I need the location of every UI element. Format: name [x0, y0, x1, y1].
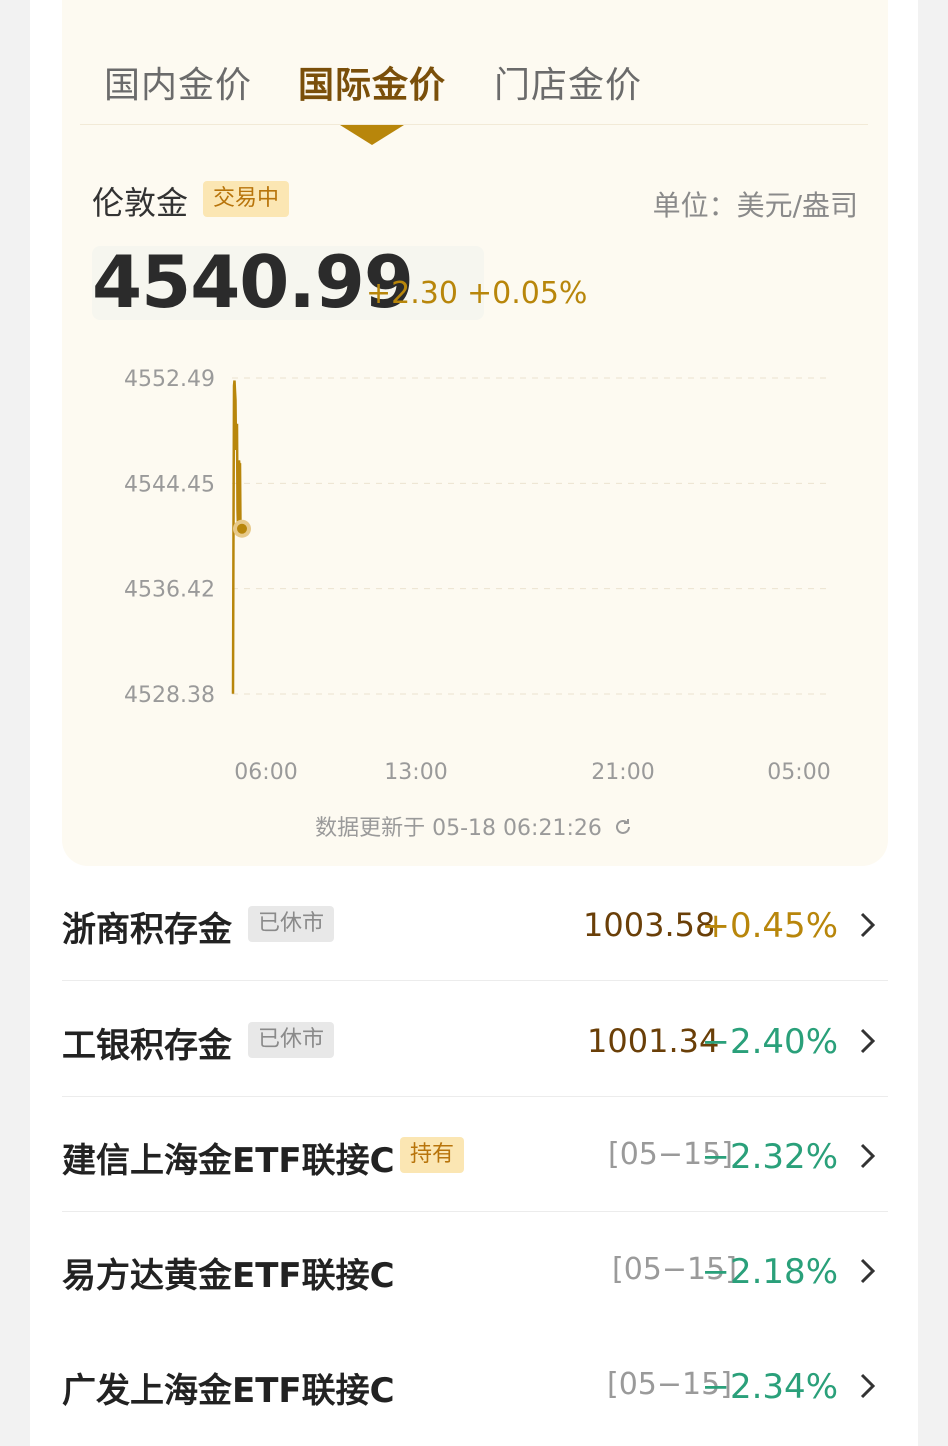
tab-divider: [80, 124, 868, 125]
y-tick-label: 4536.42: [124, 578, 215, 603]
product-value: 1001.34: [587, 1022, 720, 1060]
instrument-name: 伦敦金: [92, 184, 189, 222]
chevron-right-icon: [860, 912, 876, 938]
product-name: 建信上海金ETF联接C: [62, 1141, 395, 1181]
y-tick-label: 4544.45: [124, 472, 215, 497]
product-row-gf-etf[interactable]: 广发上海金ETF联接C [05−15] −2.34%: [62, 1327, 888, 1442]
update-time: 数据更新于 05-18 06:21:26: [0, 810, 948, 842]
chevron-right-icon: [860, 1143, 876, 1169]
product-name: 易方达黄金ETF联接C: [62, 1256, 395, 1296]
price-change-percent: +0.05%: [467, 276, 588, 311]
chevron-right-icon: [860, 1373, 876, 1399]
price-chart[interactable]: 4552.49 4544.45 4536.42 4528.38 06:00 13:00 21…: [0, 340, 948, 810]
x-tick-label: 13:00: [384, 760, 447, 785]
product-name: 浙商积存金: [62, 910, 232, 950]
product-change: −2.40%: [701, 1022, 839, 1062]
unit-label: 单位：美元/盎司: [652, 189, 858, 222]
product-change: −2.32%: [701, 1137, 839, 1177]
product-value: 1003.58: [583, 906, 716, 944]
product-change: −2.18%: [701, 1252, 839, 1292]
trading-status-badge: 交易中: [203, 181, 290, 217]
price-change-absolute: +2.30: [366, 276, 458, 311]
product-name: 广发上海金ETF联接C: [62, 1371, 395, 1411]
product-row-zheshang[interactable]: 浙商积存金 已休市 1003.58 +0.45%: [62, 866, 888, 981]
chevron-right-icon: [860, 1258, 876, 1284]
x-tick-label: 06:00: [234, 760, 297, 785]
product-name: 工银积存金: [62, 1026, 232, 1066]
current-point: [237, 523, 247, 534]
update-time-text: 数据更新于 05-18 06:21:26: [315, 816, 602, 841]
product-row-ccb-etf[interactable]: 建信上海金ETF联接C 持有 [05−15] −2.32%: [62, 1097, 888, 1212]
tab-international-gold[interactable]: 国际金价: [298, 56, 446, 108]
market-closed-tag: 已休市: [248, 1022, 335, 1058]
product-row-icbc[interactable]: 工银积存金 已休市 1001.34 −2.40%: [62, 982, 888, 1097]
refresh-icon[interactable]: [613, 817, 633, 837]
product-row-efund-etf[interactable]: 易方达黄金ETF联接C [05−15] −2.18%: [62, 1212, 888, 1327]
market-closed-tag: 已休市: [248, 906, 335, 942]
x-tick-label: 05:00: [767, 760, 830, 785]
y-tick-label: 4528.38: [124, 683, 215, 708]
product-change: −2.34%: [701, 1367, 839, 1407]
chevron-right-icon: [860, 1028, 876, 1054]
x-tick-label: 21:00: [591, 760, 654, 785]
y-tick-label: 4552.49: [124, 367, 215, 392]
tab-domestic-gold[interactable]: 国内金价: [104, 56, 252, 108]
tab-store-gold[interactable]: 门店金价: [494, 56, 642, 108]
current-price: 4540.99: [92, 240, 414, 324]
row-divider: [62, 980, 888, 981]
tab-active-indicator: [340, 125, 404, 145]
product-change: +0.45%: [701, 906, 839, 946]
holding-tag: 持有: [400, 1137, 465, 1173]
